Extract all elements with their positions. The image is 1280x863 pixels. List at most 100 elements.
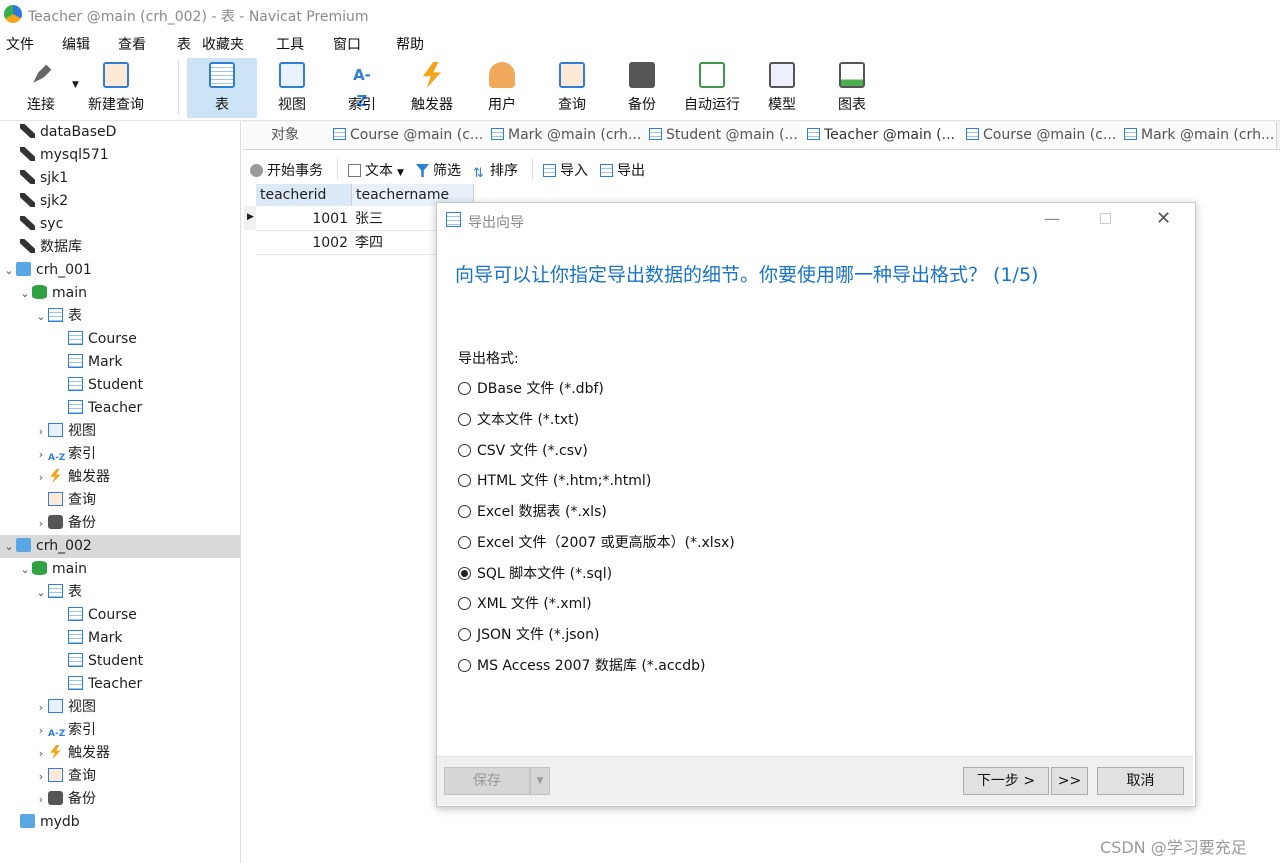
menu-edit[interactable]: 编辑 xyxy=(62,34,90,54)
tool-view[interactable]: 视图 xyxy=(257,58,327,118)
tool-model[interactable]: 模型 xyxy=(747,58,817,118)
tool-trigger[interactable]: 触发器 xyxy=(397,58,467,118)
tree-connection-mysql571[interactable]: mysql571 xyxy=(20,144,109,166)
tree-connection-mydb[interactable]: mydb xyxy=(20,811,80,833)
radio-button[interactable] xyxy=(458,474,471,487)
format-option-xls[interactable]: Excel 数据表 (*.xls) xyxy=(458,501,607,521)
tab-objects[interactable]: 对象 xyxy=(243,122,328,149)
format-option-xml[interactable]: XML 文件 (*.xml) xyxy=(458,593,592,613)
format-option-sql[interactable]: SQL 脚本文件 (*.sql) xyxy=(458,563,612,583)
chevron-right-icon[interactable]: › xyxy=(34,421,48,443)
tree-backups-folder[interactable]: › 备份 xyxy=(34,788,96,810)
radio-button[interactable] xyxy=(458,659,471,672)
tree-table-teacher[interactable]: Teacher xyxy=(68,673,142,695)
next-button[interactable]: 下一步 > xyxy=(963,767,1049,795)
tree-db-main[interactable]: ⌄ main xyxy=(18,282,87,304)
tree-table-student[interactable]: Student xyxy=(68,650,143,672)
tab-mark-1[interactable]: Mark @main (crh... xyxy=(485,122,644,149)
chevron-right-icon[interactable]: › xyxy=(34,766,48,788)
chevron-right-icon[interactable]: › xyxy=(34,444,48,466)
tree-table-course[interactable]: Course xyxy=(68,328,137,350)
tab-mark-2[interactable]: Mark @main (crh... xyxy=(1118,122,1277,149)
tree-connection-databased[interactable]: dataBaseD xyxy=(20,121,116,143)
radio-button[interactable] xyxy=(458,444,471,457)
tree-connection-db[interactable]: 数据库 xyxy=(20,236,82,258)
chevron-down-icon[interactable]: ⌄ xyxy=(34,582,48,604)
maximize-icon[interactable] xyxy=(1100,213,1111,224)
chevron-down-icon[interactable]: ⌄ xyxy=(2,536,16,558)
menu-window[interactable]: 窗口 xyxy=(333,34,361,54)
save-button[interactable]: 保存 xyxy=(444,767,530,795)
menu-help[interactable]: 帮助 xyxy=(396,34,424,54)
format-option-accdb[interactable]: MS Access 2007 数据库 (*.accdb) xyxy=(458,655,705,675)
tool-query[interactable]: 查询 xyxy=(537,58,607,118)
close-icon[interactable]: ✕ xyxy=(1156,208,1171,229)
tool-table[interactable]: 表 xyxy=(187,58,257,118)
tree-connection-sjk1[interactable]: sjk1 xyxy=(20,167,68,189)
radio-button[interactable] xyxy=(458,597,471,610)
tree-tables-folder[interactable]: ⌄ 表 xyxy=(34,305,82,327)
format-option-dbf[interactable]: DBase 文件 (*.dbf) xyxy=(458,378,604,398)
menu-favorites[interactable]: 收藏夹 xyxy=(202,34,244,54)
chevron-down-icon[interactable]: ⌄ xyxy=(18,283,32,305)
radio-button[interactable] xyxy=(458,382,471,395)
chevron-down-icon[interactable]: ⌄ xyxy=(18,559,32,581)
format-option-txt[interactable]: 文本文件 (*.txt) xyxy=(458,409,579,429)
save-dropdown-icon[interactable]: ▼ xyxy=(530,767,550,795)
tab-teacher-active[interactable]: Teacher @main (... xyxy=(801,122,961,149)
radio-button[interactable] xyxy=(458,628,471,641)
connect-dropdown-icon[interactable]: ▼ xyxy=(72,80,79,90)
radio-button[interactable] xyxy=(458,536,471,549)
radio-button-selected[interactable] xyxy=(458,567,471,580)
tree-db-main[interactable]: ⌄ main xyxy=(18,558,87,580)
chevron-down-icon[interactable]: ⌄ xyxy=(34,306,48,328)
cell-teacherid[interactable]: 1002 xyxy=(256,231,352,255)
import-button[interactable]: 导入 xyxy=(543,160,588,180)
tree-views-folder[interactable]: › 视图 xyxy=(34,420,96,442)
radio-button[interactable] xyxy=(458,505,471,518)
menu-tools[interactable]: 工具 xyxy=(276,34,304,54)
chevron-right-icon[interactable]: › xyxy=(34,720,48,742)
format-option-csv[interactable]: CSV 文件 (*.csv) xyxy=(458,440,588,460)
tab-course-2[interactable]: Course @main (c... xyxy=(960,122,1119,149)
radio-button[interactable] xyxy=(458,413,471,426)
sort-button[interactable]: ⇅ 排序 xyxy=(473,160,518,180)
new-query-button[interactable]: 新建查询 xyxy=(84,58,148,118)
connect-button[interactable]: 连接 xyxy=(16,58,66,118)
chevron-right-icon[interactable]: › xyxy=(34,697,48,719)
filter-button[interactable]: 筛选 xyxy=(416,160,461,180)
chevron-right-icon[interactable]: › xyxy=(34,513,48,535)
tool-backup[interactable]: 备份 xyxy=(607,58,677,118)
tool-auto-run[interactable]: 自动运行 xyxy=(677,58,747,118)
tree-table-teacher[interactable]: Teacher xyxy=(68,397,142,419)
cancel-button[interactable]: 取消 xyxy=(1097,767,1184,795)
chevron-right-icon[interactable]: › xyxy=(34,789,48,811)
minimize-icon[interactable]: — xyxy=(1044,209,1060,228)
column-header-teacherid[interactable]: teacherid xyxy=(256,184,352,206)
tree-views-folder[interactable]: › 视图 xyxy=(34,696,96,718)
tree-triggers-folder[interactable]: › 触发器 xyxy=(34,466,110,488)
tool-index[interactable]: A-Z 索引 xyxy=(327,58,397,118)
format-option-xlsx[interactable]: Excel 文件（2007 或更高版本）(*.xlsx) xyxy=(458,532,735,552)
cell-teacherid[interactable]: 1001 xyxy=(256,207,352,231)
tree-connection-sjk2[interactable]: sjk2 xyxy=(20,190,68,212)
skip-to-end-button[interactable]: >> xyxy=(1051,767,1088,795)
menu-view[interactable]: 查看 xyxy=(118,34,146,54)
tree-connection-crh001[interactable]: ⌄ crh_001 xyxy=(2,259,92,281)
format-option-json[interactable]: JSON 文件 (*.json) xyxy=(458,624,599,644)
tree-table-mark[interactable]: Mark xyxy=(68,627,123,649)
tree-table-student[interactable]: Student xyxy=(68,374,143,396)
tree-triggers-folder[interactable]: › 触发器 xyxy=(34,742,110,764)
chevron-right-icon[interactable]: › xyxy=(34,467,48,489)
tree-queries-folder[interactable]: 查询 xyxy=(48,489,96,511)
tree-indexes-folder[interactable]: › A-Z 索引 xyxy=(34,443,96,465)
chevron-down-icon[interactable]: ⌄ xyxy=(2,260,16,282)
tree-indexes-folder[interactable]: › A-Z 索引 xyxy=(34,719,96,741)
tree-connection-crh002[interactable]: ⌄ crh_002 xyxy=(2,535,92,557)
tree-table-course[interactable]: Course xyxy=(68,604,137,626)
tree-backups-folder[interactable]: › 备份 xyxy=(34,512,96,534)
tree-queries-folder[interactable]: › 查询 xyxy=(34,765,96,787)
begin-transaction-button[interactable]: 开始事务 xyxy=(250,160,323,180)
menu-table[interactable]: 表 xyxy=(177,34,191,54)
tree-tables-folder[interactable]: ⌄ 表 xyxy=(34,581,82,603)
